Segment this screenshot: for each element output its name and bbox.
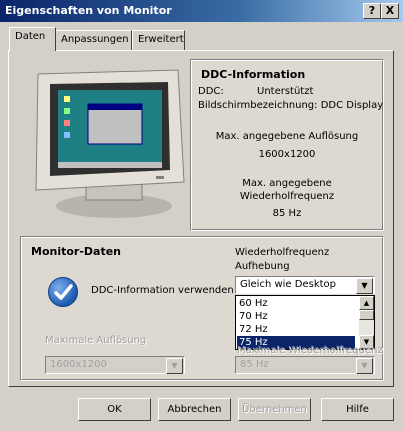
display-name: Bildschirmbezeichnung: DDC Display [198,100,384,111]
max-resolution-value: 1600x1200 [50,359,107,370]
help-button[interactable]: ? [363,3,381,19]
ddc-value: Unterstützt [257,86,314,97]
ddc-info-title: DDC-Information [201,68,306,81]
ddc-label: DDC: [198,86,224,97]
scroll-up-icon[interactable]: ▲ [359,296,374,310]
refresh-override-select[interactable]: Gleich wie Desktop ▼ [235,276,375,294]
checkmark-icon[interactable] [48,277,78,307]
close-button[interactable]: X [381,3,399,19]
max-freq-value: 85 Hz [272,208,302,219]
max-refresh-select[interactable]: 85 Hz ▼ [235,356,375,374]
ok-button[interactable]: OK [78,398,151,421]
max-refresh-label: Maximale Wiederholfrequenz [237,345,383,356]
refresh-override-label-2: Aufhebung [235,261,290,272]
ddc-info-panel: DDC-Information DDC: Unterstützt Bildsch… [190,59,384,231]
help-dialog-button[interactable]: Hilfe [321,398,394,421]
tab-daten[interactable]: Daten [9,27,56,51]
tab-anpassungen[interactable]: Anpassungen [55,30,132,50]
refresh-override-label-1: Wiederholfrequenz [235,247,330,258]
max-freq-label-1: Max. angegebene [242,178,332,189]
tab-erweitert[interactable]: Erweitert [132,30,185,50]
apply-button[interactable]: Übernehmen [238,398,311,421]
ddc-use-label[interactable]: DDC-Information verwenden [91,285,234,296]
refresh-option-72[interactable]: 72 Hz [237,323,355,336]
refresh-options-list[interactable]: 60 Hz 70 Hz 72 Hz 75 Hz ▲ ▼ [235,295,375,350]
chevron-down-icon[interactable]: ▼ [166,358,183,374]
refresh-option-70[interactable]: 70 Hz [237,310,355,323]
cancel-button[interactable]: Abbrechen [158,398,231,421]
monitor-illustration [35,69,185,218]
refresh-option-60[interactable]: 60 Hz [237,297,355,310]
chevron-down-icon[interactable]: ▼ [356,278,373,294]
max-refresh-value: 85 Hz [240,359,269,370]
max-freq-label-2: Wiederholfrequenz [239,191,335,202]
window-title: Eigenschaften von Monitor [5,4,172,17]
max-res-label: Max. angegebene Auflösung [215,131,359,142]
max-res-value: 1600x1200 [258,149,316,160]
monitor-data-title: Monitor-Daten [31,245,122,258]
list-scrollbar[interactable]: ▲ ▼ [359,296,374,349]
max-resolution-select[interactable]: 1600x1200 ▼ [45,356,185,374]
max-resolution-label: Maximale Auflösung [45,335,147,346]
scroll-thumb[interactable] [359,310,374,320]
refresh-override-value: Gleich wie Desktop [240,279,337,290]
chevron-down-icon[interactable]: ▼ [356,358,373,374]
